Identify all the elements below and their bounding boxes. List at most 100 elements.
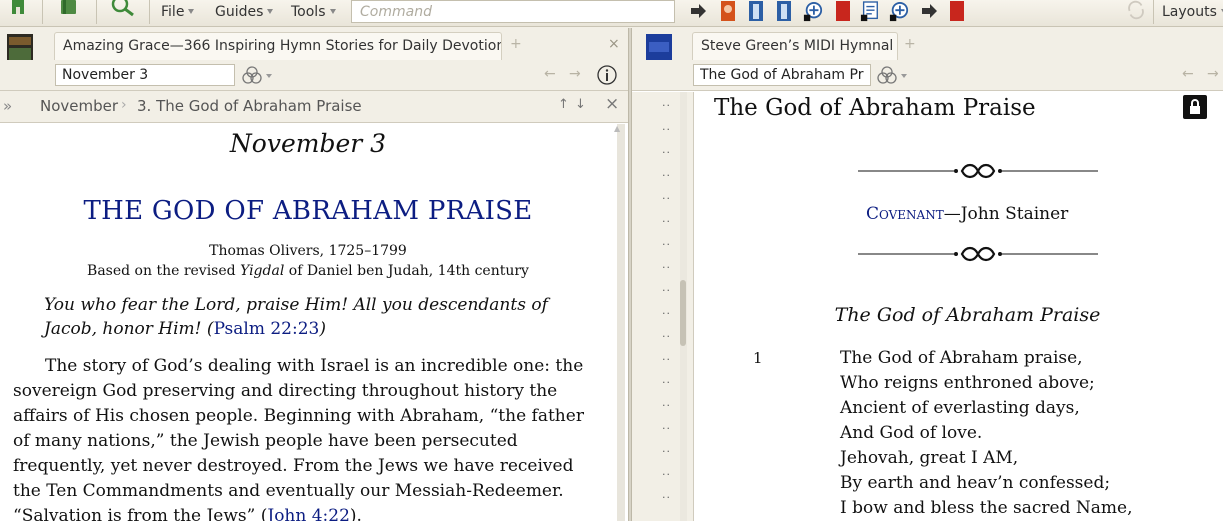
main-toolbar: File Guides Tools Layouts [0, 0, 1223, 27]
tab-label: Amazing Grace—366 Inspiring Hymn Stories… [63, 38, 502, 54]
chevron-down-icon [188, 9, 195, 14]
document-shortcut-icon[interactable] [860, 1, 880, 23]
tab-label: Steve Green’s MIDI Hymnal [701, 38, 894, 54]
gutter-marker: .. [662, 350, 671, 363]
composer-text: —John Stainer [943, 204, 1069, 224]
scroll-up-icon[interactable]: ▲ [614, 124, 620, 133]
resource-shortcut-icon[interactable] [947, 1, 967, 23]
add-tab-icon[interactable]: + [510, 36, 522, 52]
stanza-lines: The God of Abraham praise, Who reigns en… [840, 346, 1210, 521]
forward-arrow-icon[interactable] [919, 1, 939, 23]
resource-shortcut-icon[interactable] [833, 1, 853, 23]
chevron-down-icon [267, 9, 274, 14]
gutter-marker: .. [662, 235, 671, 248]
reference-input[interactable] [55, 64, 235, 86]
close-panel-icon[interactable]: × [608, 36, 620, 52]
scripture-link[interactable]: John 4:22 [267, 506, 350, 521]
gutter-marker: .. [662, 166, 671, 179]
gutter-marker: .. [662, 212, 671, 225]
breadcrumb: » November › 3. The God of Abraham Prais… [0, 91, 628, 123]
gutter-marker: .. [662, 96, 671, 109]
vertical-scrollbar[interactable] [617, 124, 625, 521]
toolbar-separator [96, 0, 97, 24]
tab-amazing-grace[interactable]: Amazing Grace—366 Inspiring Hymn Stories… [54, 32, 502, 60]
based-on-text: of Daniel ben Judah, 14th century [284, 263, 529, 279]
library-icon[interactable] [58, 0, 80, 20]
hymn-line: And God of love. [840, 423, 983, 443]
article-title: The God of Abraham Praise [714, 95, 1036, 121]
link-set-icon[interactable] [242, 65, 274, 85]
right-tabbar: Steve Green’s MIDI Hymnal + [632, 28, 1223, 78]
hymn-title: THE GOD OF ABRAHAM PRAISE [83, 196, 533, 226]
menu-file[interactable]: File [161, 2, 195, 22]
gutter-marker: .. [662, 258, 671, 271]
search-icon[interactable] [109, 0, 137, 20]
back-arrow-icon[interactable]: ← [1182, 66, 1194, 82]
ornament-divider-icon [858, 246, 1098, 262]
tune-line: Covenant—John Stainer [866, 204, 1068, 224]
gutter-marker: .. [662, 488, 671, 501]
menu-guides-label: Guides [215, 4, 264, 20]
paragraph-text: ). [349, 506, 362, 521]
previous-article-icon[interactable]: ↑ [558, 97, 569, 112]
next-article-icon[interactable]: ↓ [575, 97, 586, 112]
paragraph-text: The story of God’s dealing with Israel i… [13, 356, 584, 521]
app-window: File Guides Tools Layouts Amazing Grace—… [0, 0, 1223, 521]
layouts-label: Layouts [1162, 4, 1217, 20]
gutter-marker: .. [662, 465, 671, 478]
add-tab-icon[interactable]: + [904, 36, 916, 52]
left-article-content: November 3 THE GOD OF ABRAHAM PRAISE Tho… [0, 124, 628, 521]
resource-shortcut-icon[interactable] [718, 1, 738, 23]
reference-input[interactable] [693, 64, 871, 86]
right-article-content: .. .. .. .. .. .. .. .. .. .. .. .. .. .… [632, 92, 1223, 521]
stanza-number: 1 [753, 349, 763, 367]
home-icon[interactable] [5, 0, 31, 20]
chevron-right-icon: › [121, 97, 127, 113]
back-arrow-icon[interactable]: ← [544, 66, 556, 82]
breadcrumb-item[interactable]: November [40, 97, 118, 115]
gutter-marker: .. [662, 143, 671, 156]
based-on-text: Based on the revised [87, 263, 241, 279]
tune-link[interactable]: Covenant [866, 204, 944, 224]
gutter-marker: .. [662, 189, 671, 202]
add-circle-icon[interactable] [889, 1, 909, 23]
command-input[interactable] [351, 0, 675, 23]
lock-icon[interactable] [1183, 95, 1207, 119]
info-icon[interactable] [596, 64, 618, 86]
scripture-link[interactable]: Psalm 22:23 [214, 319, 320, 339]
gutter-marker: .. [662, 120, 671, 133]
toolbar-separator [149, 0, 150, 24]
tab-midi-hymnal[interactable]: Steve Green’s MIDI Hymnal [692, 32, 898, 60]
resource-shortcut-icon[interactable] [774, 1, 794, 23]
forward-arrow-icon[interactable]: → [1207, 66, 1219, 82]
menu-guides[interactable]: Guides [215, 2, 274, 22]
gutter-marker: .. [662, 396, 671, 409]
forward-arrow-icon[interactable] [688, 1, 708, 23]
close-icon[interactable]: × [605, 94, 619, 114]
gutter-marker: .. [662, 419, 671, 432]
left-tabbar: Amazing Grace—366 Inspiring Hymn Stories… [0, 28, 628, 78]
layouts-menu[interactable]: Layouts [1162, 2, 1223, 22]
ornament-divider-icon [858, 163, 1098, 179]
resource-shortcut-icon[interactable] [746, 1, 766, 23]
menu-tools-label: Tools [291, 4, 326, 20]
gutter-marker: .. [662, 281, 671, 294]
based-on-italic: Yigdal [240, 263, 285, 279]
article-paragraph: The story of God’s dealing with Israel i… [13, 354, 603, 521]
date-heading: November 3 [229, 129, 387, 158]
epigraph-verse: You who fear the Lord, praise Him! All y… [44, 295, 548, 339]
hymn-subtitle: The God of Abraham Praise [834, 304, 1101, 326]
hymn-line: By earth and heav’n confessed; [840, 473, 1111, 493]
hymn-line: Ancient of everlasting days, [840, 398, 1080, 418]
right-reference-bar: ← → [632, 60, 1223, 91]
gutter-marker: .. [662, 373, 671, 386]
add-circle-icon[interactable] [803, 1, 823, 23]
menu-file-label: File [161, 4, 185, 20]
link-set-icon[interactable] [877, 65, 909, 85]
expand-sidebar-icon[interactable]: » [3, 97, 12, 115]
breadcrumb-item[interactable]: 3. The God of Abraham Praise [137, 97, 362, 115]
forward-arrow-icon[interactable]: → [569, 66, 581, 82]
menu-tools[interactable]: Tools [291, 2, 336, 22]
hymn-line: The God of Abraham praise, [840, 348, 1083, 368]
sync-icon[interactable] [1125, 0, 1147, 20]
